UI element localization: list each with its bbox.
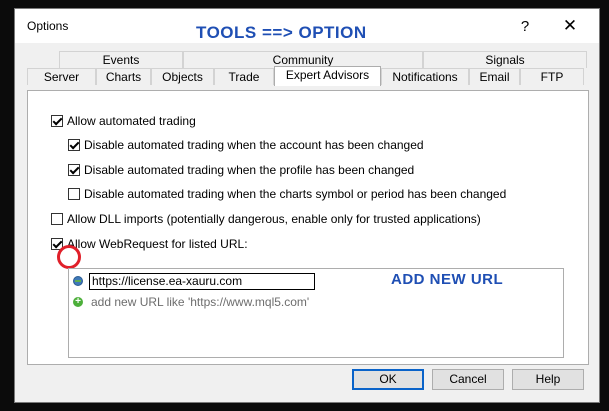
checkbox-unchecked-icon[interactable] [68,188,80,200]
option-label: Allow WebRequest for listed URL: [67,237,248,251]
option-allow-webrequest[interactable]: Allow WebRequest for listed URL: [51,236,248,252]
cancel-button[interactable]: Cancel [432,369,504,390]
option-allow-automated-trading[interactable]: Allow automated trading [51,113,196,129]
checkbox-unchecked-icon[interactable] [51,213,63,225]
checkbox-checked-icon[interactable] [68,139,80,151]
checkbox-checked-icon[interactable] [51,115,63,127]
option-allow-dll-imports[interactable]: Allow DLL imports (potentially dangerous… [51,211,481,227]
option-label: Disable automated trading when the chart… [84,187,507,201]
options-dialog: Options TOOLS ==> OPTION ? ✕ Events Comm… [14,8,600,403]
tab-events[interactable]: Events [59,51,183,68]
help-button[interactable]: Help [512,369,584,390]
globe-icon [73,276,83,286]
add-icon: + [73,297,83,307]
url-list[interactable]: ADD NEW URL + add new URL like 'https://… [68,268,564,358]
tab-server[interactable]: Server [27,68,96,85]
help-icon[interactable]: ? [513,17,537,37]
window-title: Options [27,19,69,33]
ok-button[interactable]: OK [352,369,424,390]
option-label: Disable automated trading when the accou… [84,138,424,152]
option-label: Allow DLL imports (potentially dangerous… [67,212,481,226]
option-disable-on-profile-change[interactable]: Disable automated trading when the profi… [68,162,414,178]
title-bar: Options TOOLS ==> OPTION ? ✕ [15,9,599,43]
annotation-add-new-url: ADD NEW URL [391,271,504,288]
tab-expert-advisors[interactable]: Expert Advisors [274,66,381,86]
url-list-entry[interactable] [73,272,315,290]
tab-notifications[interactable]: Notifications [381,68,469,85]
option-disable-on-symbol-change[interactable]: Disable automated trading when the chart… [68,186,506,202]
annotation-tools-option: TOOLS ==> OPTION [196,23,367,42]
option-label: Allow automated trading [67,114,196,128]
tab-objects[interactable]: Objects [151,68,214,85]
tab-email[interactable]: Email [469,68,520,85]
tab-trade[interactable]: Trade [214,68,274,85]
checkbox-checked-icon[interactable] [51,238,63,250]
add-url-hint: add new URL like 'https://www.mql5.com' [91,295,310,309]
option-disable-on-account-change[interactable]: Disable automated trading when the accou… [68,137,424,153]
tab-strip: Events Community Signals Server Charts O… [15,51,599,95]
url-list-add-row[interactable]: + add new URL like 'https://www.mql5.com… [73,293,309,311]
option-label: Disable automated trading when the profi… [84,163,415,177]
url-input[interactable] [89,272,315,290]
tab-charts[interactable]: Charts [96,68,151,85]
expert-advisors-panel: Allow automated trading Disable automate… [27,90,589,365]
tab-ftp[interactable]: FTP [520,68,584,85]
checkbox-checked-icon[interactable] [68,164,80,176]
tab-signals[interactable]: Signals [423,51,587,68]
close-icon[interactable]: ✕ [557,15,583,37]
